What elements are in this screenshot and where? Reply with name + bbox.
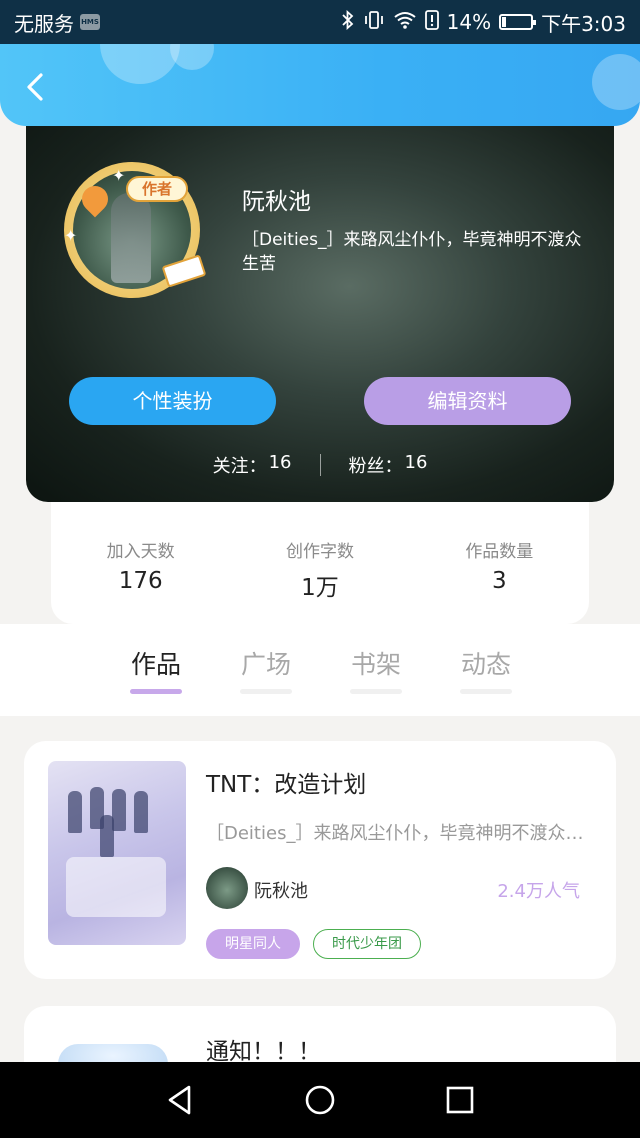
- battery-icon: [499, 14, 537, 30]
- bluetooth-icon: [341, 9, 355, 35]
- stat-join-days: 加入天数 176: [51, 502, 230, 624]
- followers-label: 粉丝：: [348, 456, 403, 477]
- triangle-back-icon: [168, 1085, 191, 1115]
- tab-label: 动态: [460, 650, 511, 679]
- tab-activity[interactable]: 动态: [458, 645, 514, 694]
- nav-recents-button[interactable]: [440, 1080, 480, 1120]
- book-cover[interactable]: [48, 761, 186, 945]
- cover-figure: [134, 791, 148, 833]
- stat-works-count: 作品数量 3: [410, 502, 589, 624]
- stat-value: 3: [492, 568, 507, 594]
- square-recents-icon: [446, 1086, 474, 1114]
- stats-card: 加入天数 176 创作字数 1万 作品数量 3: [51, 502, 589, 624]
- author-badge: 作者: [126, 176, 188, 202]
- back-button[interactable]: [20, 72, 50, 102]
- cover-title-art: [66, 857, 166, 917]
- status-icons: 14% 下午3:03: [341, 8, 626, 37]
- nav-back-button[interactable]: [160, 1080, 200, 1120]
- chevron-left-icon: [27, 73, 43, 101]
- divider: [319, 454, 321, 476]
- tab-works[interactable]: 作品: [128, 645, 184, 694]
- followers-link[interactable]: 粉丝： 16: [349, 452, 428, 478]
- stat-word-count: 创作字数 1万: [230, 502, 409, 624]
- stat-label: 作品数量: [465, 542, 534, 562]
- following-count: 16: [268, 452, 292, 473]
- carrier-text: 无服务: [14, 11, 74, 36]
- book-title[interactable]: TNT：改造计划: [206, 765, 366, 799]
- cover-figure: [100, 815, 114, 857]
- circle-home-icon: [305, 1085, 335, 1115]
- tab-square[interactable]: 广场: [238, 645, 294, 694]
- following-label: 关注：: [212, 456, 267, 477]
- book-description: ［Deities_］来路风尘仆仆，毕竟神明不渡众生苦: [206, 823, 586, 844]
- profile-tabs: 作品 广场 书架 动态: [128, 645, 514, 694]
- tab-indicator: [130, 689, 182, 694]
- vibrate-icon: [363, 10, 385, 35]
- author-avatar[interactable]: [206, 867, 248, 909]
- stat-label: 加入天数: [106, 542, 175, 562]
- stat-label: 创作字数: [285, 542, 354, 562]
- decor-bubble: [100, 44, 180, 84]
- alert-icon: [424, 9, 439, 35]
- battery-percent: 14%: [446, 10, 492, 34]
- nav-home-button[interactable]: [300, 1080, 340, 1120]
- profile-card: 作者 ✦ ✦ 阮秋池 ［Deities_］来路风尘仆仆，毕竟神明不渡众生苦 个性…: [26, 110, 614, 502]
- outfit-button[interactable]: 个性装扮: [69, 377, 276, 425]
- book-title[interactable]: 通知！！！: [206, 1032, 321, 1066]
- decor-bubble: [592, 54, 640, 110]
- stat-value: 1万: [301, 575, 339, 601]
- sparkle-icon: ✦: [64, 226, 78, 245]
- tab-label: 书架: [350, 650, 401, 679]
- sparkle-icon: ✦: [112, 166, 126, 185]
- status-bar: 无服务 HMS 14% 下午3:03: [0, 0, 640, 44]
- popularity-count: 2.4万人气: [497, 881, 580, 902]
- tab-label: 广场: [240, 650, 291, 679]
- carrier-group: 无服务 HMS: [14, 8, 100, 37]
- clock: 下午3:03: [541, 11, 626, 36]
- cover-figure: [68, 791, 82, 833]
- following-link[interactable]: 关注： 16: [213, 452, 292, 478]
- cover-figure: [112, 789, 126, 831]
- user-bio: ［Deities_］来路风尘仆仆，毕竟神明不渡众生苦: [242, 230, 582, 274]
- followers-count: 16: [404, 452, 428, 473]
- follow-stats: 关注： 16 粉丝： 16: [26, 450, 614, 480]
- decor-bubble: [170, 44, 214, 70]
- tab-indicator: [240, 689, 292, 694]
- wifi-icon: [393, 10, 417, 35]
- system-nav-bar: [0, 1062, 640, 1138]
- tag-star-fanfic[interactable]: 明星同人: [206, 929, 300, 959]
- top-header: [0, 44, 640, 126]
- edit-profile-button[interactable]: 编辑资料: [364, 377, 571, 425]
- tab-bookshelf[interactable]: 书架: [348, 645, 404, 694]
- tag-tnt[interactable]: 时代少年团: [313, 929, 421, 959]
- tab-indicator: [350, 689, 402, 694]
- tab-indicator: [460, 689, 512, 694]
- user-nickname: 阮秋池: [242, 189, 311, 215]
- avatar-figure: [111, 193, 151, 283]
- battery-level: [502, 17, 507, 27]
- author-name[interactable]: 阮秋池: [254, 877, 308, 903]
- hms-icon: HMS: [80, 14, 100, 30]
- work-card[interactable]: TNT：改造计划 ［Deities_］来路风尘仆仆，毕竟神明不渡众生苦 阮秋池 …: [24, 741, 616, 979]
- stat-value: 176: [118, 568, 163, 594]
- tab-label: 作品: [130, 650, 181, 679]
